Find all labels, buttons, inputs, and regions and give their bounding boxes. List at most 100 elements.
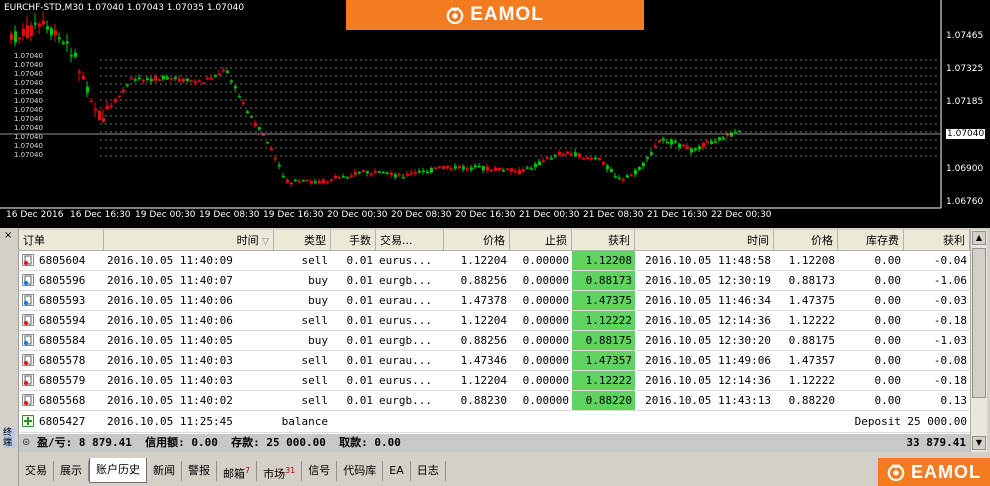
cell-profit: -0.18: [933, 314, 967, 327]
candle-body: [210, 77, 213, 80]
candle-body: [346, 176, 349, 179]
cell-swap: 0.00: [874, 274, 902, 287]
candle-body: [518, 169, 521, 175]
col-header-time[interactable]: 时间 ▽: [104, 230, 274, 251]
candle-body: [34, 23, 37, 25]
candle-body: [310, 181, 313, 184]
tab-8[interactable]: 代码库: [337, 461, 384, 481]
x-axis-label: 21 Dec 00:30: [519, 210, 580, 220]
col-header-close-price[interactable]: 价格: [774, 230, 838, 251]
balance-row[interactable]: 6805427 2016.10.05 11:25:45 balance Depo…: [19, 411, 970, 433]
cell-lots: 0.01: [346, 374, 374, 387]
col-header-order[interactable]: 订单: [19, 230, 104, 251]
close-icon[interactable]: ×: [4, 230, 12, 241]
history-table: 订单 时间 ▽ 类型 手数 交易... 价格 止损 获利 时间 价格 库存费 获…: [19, 230, 970, 452]
candle-body: [62, 42, 65, 44]
col-header-sl[interactable]: 止损: [510, 230, 572, 251]
tab-2[interactable]: 账户历史: [89, 458, 147, 483]
cell-price: 1.12204: [460, 254, 507, 267]
candle-body: [150, 78, 153, 82]
candle-body: [446, 165, 449, 169]
cell-close-time: 2016.10.05 11:48:58: [645, 254, 771, 267]
candle-body: [602, 161, 605, 165]
candle-body: [538, 161, 541, 166]
tab-1[interactable]: 展示: [54, 461, 89, 481]
vertical-scrollbar[interactable]: ▲ ▼: [970, 230, 987, 452]
candle-body: [10, 33, 13, 40]
candle-body: [338, 177, 341, 179]
tab-4[interactable]: 警报: [182, 461, 217, 481]
table-row[interactable]: 6805594 2016.10.05 11:40:06 sell 0.01 eurus.…: [19, 311, 970, 331]
candle-body: [250, 116, 253, 118]
table-row[interactable]: 6805568 2016.10.05 11:40:02 sell 0.01 eurgb.…: [19, 391, 970, 411]
candle-body: [694, 148, 697, 151]
tab-3[interactable]: 新闻: [147, 461, 182, 481]
brand-name: EAMOL: [911, 461, 981, 482]
candle-body: [378, 171, 381, 173]
table-row[interactable]: 6805578 2016.10.05 11:40:03 sell 0.01 eurau.…: [19, 351, 970, 371]
candle-body: [86, 86, 89, 93]
candle-body: [134, 79, 137, 81]
order-level-label: 1.07040: [14, 124, 43, 132]
cell-order: 6805596: [39, 274, 86, 287]
candle-body: [82, 76, 85, 80]
tab-7[interactable]: 信号: [302, 461, 338, 481]
cell-swap: 0.00: [874, 254, 902, 267]
scroll-thumb[interactable]: [972, 248, 986, 398]
table-row[interactable]: 6805584 2016.10.05 11:40:05 buy 0.01 eurgb..…: [19, 331, 970, 351]
tab-5[interactable]: 邮箱7: [217, 461, 258, 481]
candle-body: [174, 77, 177, 79]
cell-lots: 0.01: [346, 334, 374, 347]
col-header-tp[interactable]: 获利: [572, 230, 635, 251]
col-header-price[interactable]: 价格: [444, 230, 510, 251]
price-chart[interactable]: 1.07040 1.07040 1.07040 1.07040 1.07040 1.070…: [0, 0, 990, 228]
candle-body: [550, 158, 553, 160]
cell-tp: 1.12222: [572, 311, 635, 330]
tab-9[interactable]: EA: [383, 461, 411, 481]
candle-body: [634, 170, 637, 175]
candle-body: [298, 180, 301, 183]
cell-sl: 0.00000: [522, 354, 569, 367]
table-row[interactable]: 6805593 2016.10.05 11:40:06 buy 0.01 eurau..…: [19, 291, 970, 311]
scroll-down-icon[interactable]: ▼: [972, 436, 986, 450]
candle-body: [166, 76, 169, 80]
scroll-up-icon[interactable]: ▲: [972, 231, 986, 245]
tab-6[interactable]: 市场31: [257, 461, 303, 481]
col-header-close-time[interactable]: 时间: [635, 230, 774, 251]
cell-price: 1.12204: [460, 314, 507, 327]
cell-sl: 0.00000: [522, 374, 569, 387]
order-level-label: 1.07040: [14, 79, 43, 87]
tab-0[interactable]: 交易: [19, 461, 54, 481]
candle-body: [642, 163, 645, 167]
candle-body: [294, 179, 297, 182]
y-axis-label: 1.07185: [946, 97, 984, 107]
candle-body: [186, 78, 189, 81]
candle-body: [258, 127, 261, 130]
col-header-symbol[interactable]: 交易...: [376, 230, 444, 251]
cell-order: 6805568: [39, 394, 86, 407]
col-header-profit[interactable]: 获利: [904, 230, 970, 251]
cell-close-price: 0.88175: [788, 334, 835, 347]
candle-body: [626, 175, 629, 178]
cell-close-time: 2016.10.05 11:46:34: [645, 294, 771, 307]
candle-body: [674, 141, 677, 143]
candle-body: [530, 168, 533, 170]
cell-swap: 0.00: [874, 394, 902, 407]
table-row[interactable]: 6805596 2016.10.05 11:40:07 buy 0.01 eurgb..…: [19, 271, 970, 291]
candle-body: [666, 141, 669, 144]
summary-row: ⊙ 盈/亏: 8 879.41 信用额: 0.00 存款: 25 000.00 …: [19, 434, 970, 452]
tab-10[interactable]: 日志: [411, 461, 446, 481]
table-row[interactable]: 6805579 2016.10.05 11:40:03 sell 0.01 eurus.…: [19, 371, 970, 391]
x-axis-label: 19 Dec 08:30: [199, 210, 260, 220]
tab-label: 邮箱: [223, 467, 245, 481]
order-level-label: 1.07040: [14, 115, 43, 123]
col-header-swap[interactable]: 库存费: [838, 230, 904, 251]
cell-symbol: eurau...: [379, 294, 432, 307]
x-axis-label: 19 Dec 16:30: [263, 210, 324, 220]
candle-body: [306, 180, 309, 182]
cell-sl: 0.00000: [522, 334, 569, 347]
col-header-lots[interactable]: 手数: [331, 230, 376, 251]
table-row[interactable]: 6805604 2016.10.05 11:40:09 sell 0.01 eurus.…: [19, 251, 970, 271]
candle-body: [74, 52, 77, 57]
col-header-type[interactable]: 类型: [274, 230, 331, 251]
